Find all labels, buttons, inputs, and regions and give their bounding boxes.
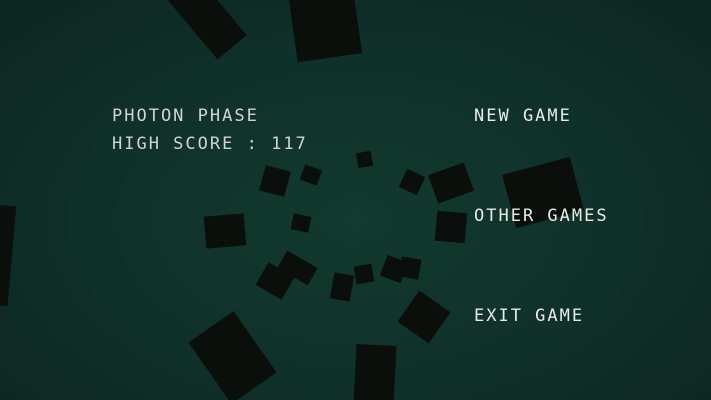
background-tile [434, 210, 468, 244]
background-tile [188, 311, 277, 400]
background-tile [398, 256, 422, 280]
background-tile [353, 343, 397, 400]
exit-game-button[interactable]: EXIT GAME [474, 306, 584, 326]
background-tile [299, 164, 323, 186]
background-tile [355, 150, 374, 169]
high-score-value: 117 [271, 134, 308, 154]
background-tunnel-tiles [0, 0, 711, 400]
background-tile [329, 272, 355, 302]
background-tile [288, 0, 363, 63]
other-games-button[interactable]: OTHER GAMES [474, 206, 609, 226]
high-score-line: HIGH SCORE : 117 [112, 134, 308, 154]
new-game-button[interactable]: NEW GAME [474, 106, 572, 126]
background-tile [153, 0, 247, 60]
game-menu-screen: PHOTON PHASE HIGH SCORE : 117 NEW GAME O… [0, 0, 711, 400]
background-tile [203, 213, 247, 249]
background-tile [428, 162, 474, 204]
game-title: PHOTON PHASE [112, 106, 259, 126]
background-tile [398, 168, 426, 196]
background-tile [353, 263, 375, 285]
background-tile [259, 165, 291, 197]
background-tile [290, 213, 312, 233]
background-tile [0, 203, 17, 307]
high-score-label: HIGH SCORE : [112, 134, 259, 154]
background-tile [397, 290, 451, 344]
